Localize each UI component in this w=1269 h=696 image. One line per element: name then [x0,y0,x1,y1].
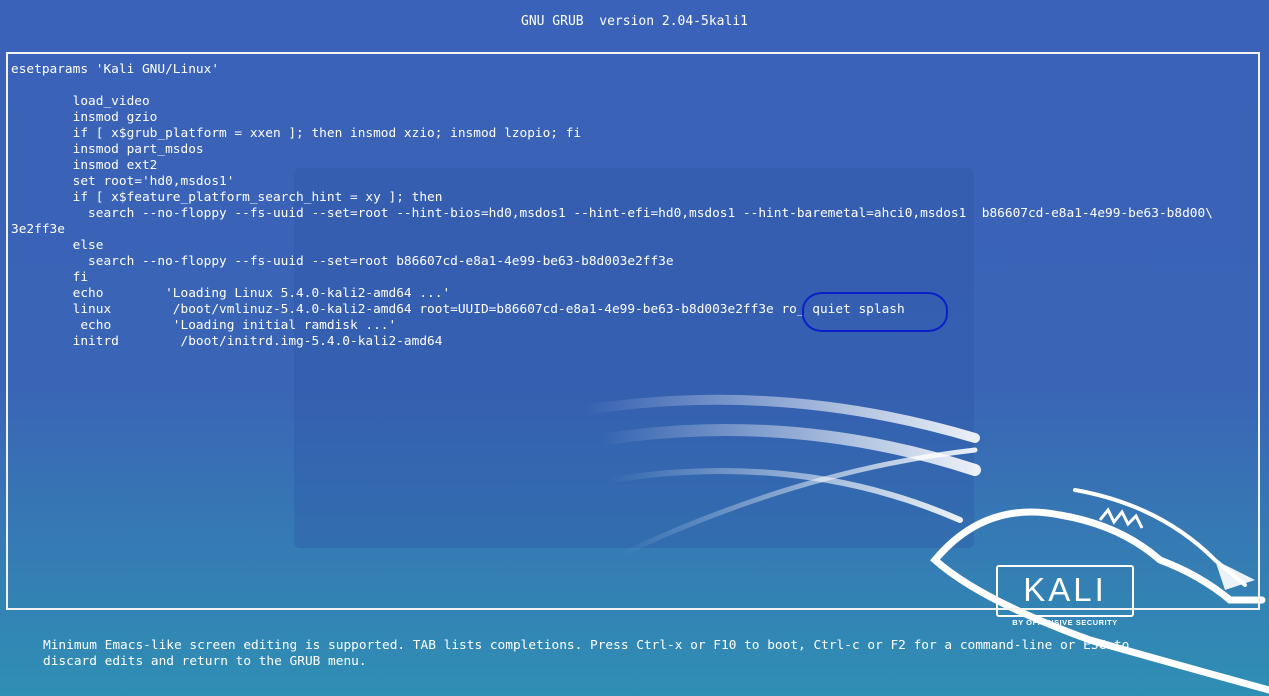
editor-line[interactable]: else [11,238,1213,254]
editor-line[interactable]: initrd /boot/initrd.img-5.4.0-kali2-amd6… [11,334,1213,350]
editor-line[interactable]: insmod ext2 [11,158,1213,174]
editor-line[interactable]: echo 'Loading Linux 5.4.0-kali2-amd64 ..… [11,286,1213,302]
editor-line[interactable] [11,78,1213,94]
kali-logo-word: KALI [1023,571,1107,608]
grub-edit-area[interactable]: esetparams 'Kali GNU/Linux' load_video i… [6,52,1260,610]
editor-line[interactable]: if [ x$grub_platform = xxen ]; then insm… [11,126,1213,142]
editor-line[interactable]: if [ x$feature_platform_search_hint = xy… [11,190,1213,206]
editor-line-linux-kernel[interactable]: linux /boot/vmlinuz-5.4.0-kali2-amd64 ro… [11,302,1213,318]
boot-entry-editor[interactable]: esetparams 'Kali GNU/Linux' load_video i… [11,62,1213,350]
editor-line[interactable]: esetparams 'Kali GNU/Linux' [11,62,1213,78]
help-text: Minimum Emacs-like screen editing is sup… [43,638,1129,670]
editor-line[interactable]: 3e2ff3e [11,222,1213,238]
kali-logo-tagline: BY OFFENSIVE SECURITY [1012,618,1118,627]
editor-line[interactable]: set root='hd0,msdos1' [11,174,1213,190]
kali-logo: KALI [996,565,1134,617]
editor-line[interactable]: insmod gzio [11,110,1213,126]
help-line-1: Minimum Emacs-like screen editing is sup… [43,638,1130,653]
editor-line[interactable]: load_video [11,94,1213,110]
grub-title: GNU GRUB version 2.04-5kali1 [521,14,748,29]
editor-line[interactable]: search --no-floppy --fs-uuid --set=root … [11,254,1213,270]
help-line-2: discard edits and return to the GRUB men… [43,654,367,669]
editor-line[interactable]: insmod part_msdos [11,142,1213,158]
editor-line[interactable]: echo 'Loading initial ramdisk ...' [11,318,1213,334]
editor-line[interactable]: search --no-floppy --fs-uuid --set=root … [11,206,1213,222]
editor-line[interactable]: fi [11,270,1213,286]
